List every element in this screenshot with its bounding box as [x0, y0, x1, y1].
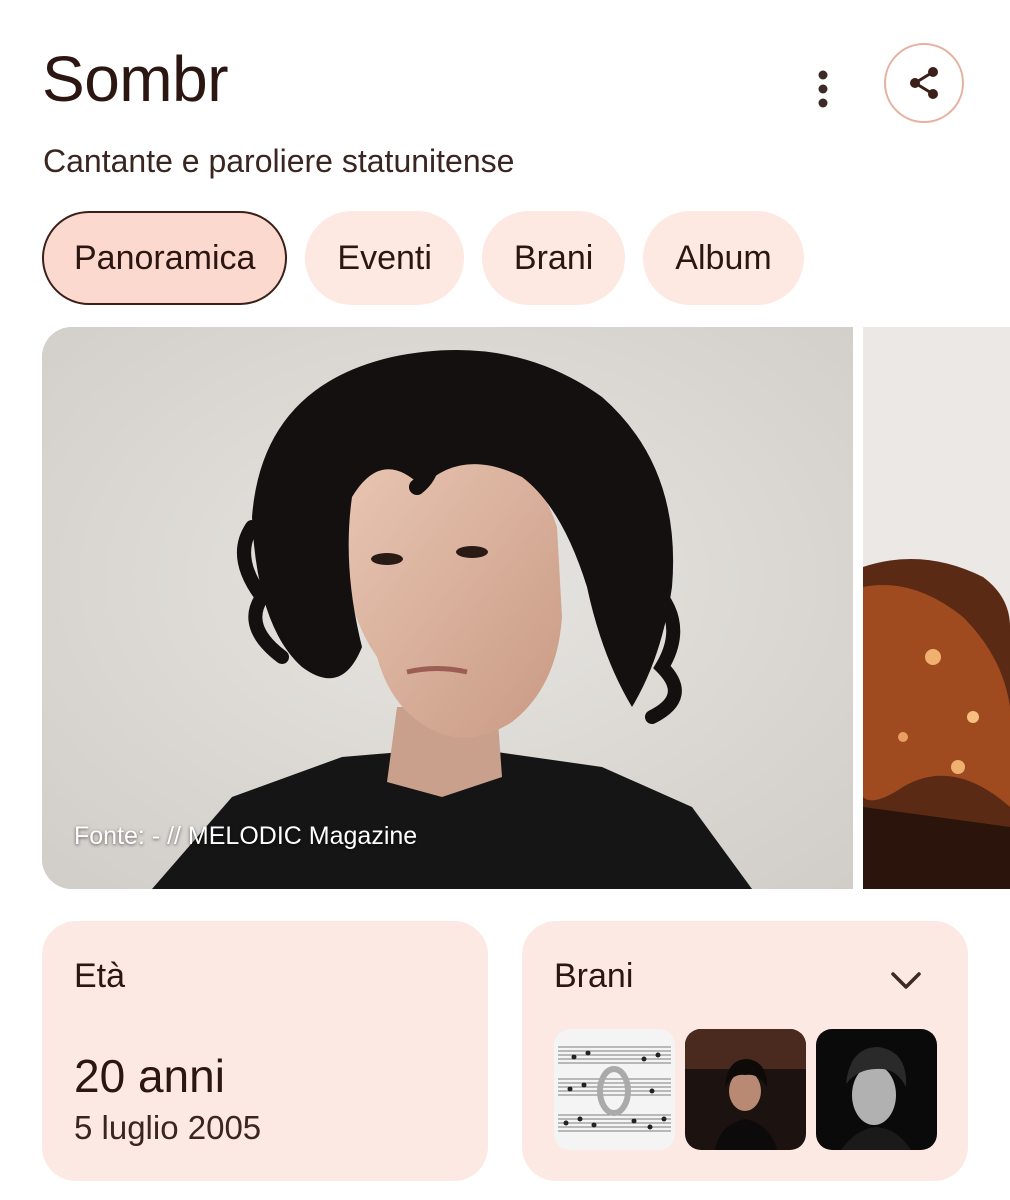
song-thumbnail-dark-portrait[interactable]	[685, 1029, 806, 1150]
age-card[interactable]: Età 20 anni 5 luglio 2005	[42, 921, 488, 1181]
tab-brani[interactable]: Brani	[481, 211, 626, 305]
age-value: 20 anni	[74, 1050, 225, 1102]
expand-songs-button[interactable]	[884, 959, 928, 1003]
tab-panoramica[interactable]: Panoramica	[42, 211, 288, 305]
more-options-button[interactable]	[798, 64, 848, 114]
page-subtitle: Cantante e paroliere statunitense	[43, 143, 515, 179]
tab-bar: Panoramica Eventi Brani Album	[42, 211, 804, 305]
secondary-image	[863, 327, 1010, 889]
dark-portrait-image	[685, 1029, 806, 1150]
song-thumbnail-sheet-music[interactable]	[554, 1029, 675, 1150]
tab-eventi[interactable]: Eventi	[305, 211, 464, 305]
more-vert-icon	[818, 70, 828, 108]
photo-source-caption: Fonte: - // MELODIC Magazine	[74, 822, 418, 850]
sheet-music-image	[554, 1029, 675, 1150]
artist-photo-secondary[interactable]	[863, 327, 1010, 889]
song-thumbnail-bw-portrait[interactable]	[816, 1029, 937, 1150]
share-icon	[910, 67, 938, 99]
bw-portrait-image	[816, 1029, 937, 1150]
song-thumbnails	[554, 1029, 937, 1150]
portrait-image	[42, 327, 853, 889]
songs-label: Brani	[554, 957, 634, 995]
artist-photo[interactable]: Fonte: - // MELODIC Magazine	[42, 327, 853, 889]
songs-card[interactable]: Brani	[522, 921, 968, 1181]
page-title: Sombr	[42, 43, 229, 115]
birth-date: 5 luglio 2005	[74, 1109, 262, 1146]
age-label: Età	[74, 957, 126, 995]
chevron-down-icon	[891, 972, 921, 989]
share-button[interactable]	[884, 43, 964, 123]
tab-album[interactable]: Album	[643, 211, 804, 305]
